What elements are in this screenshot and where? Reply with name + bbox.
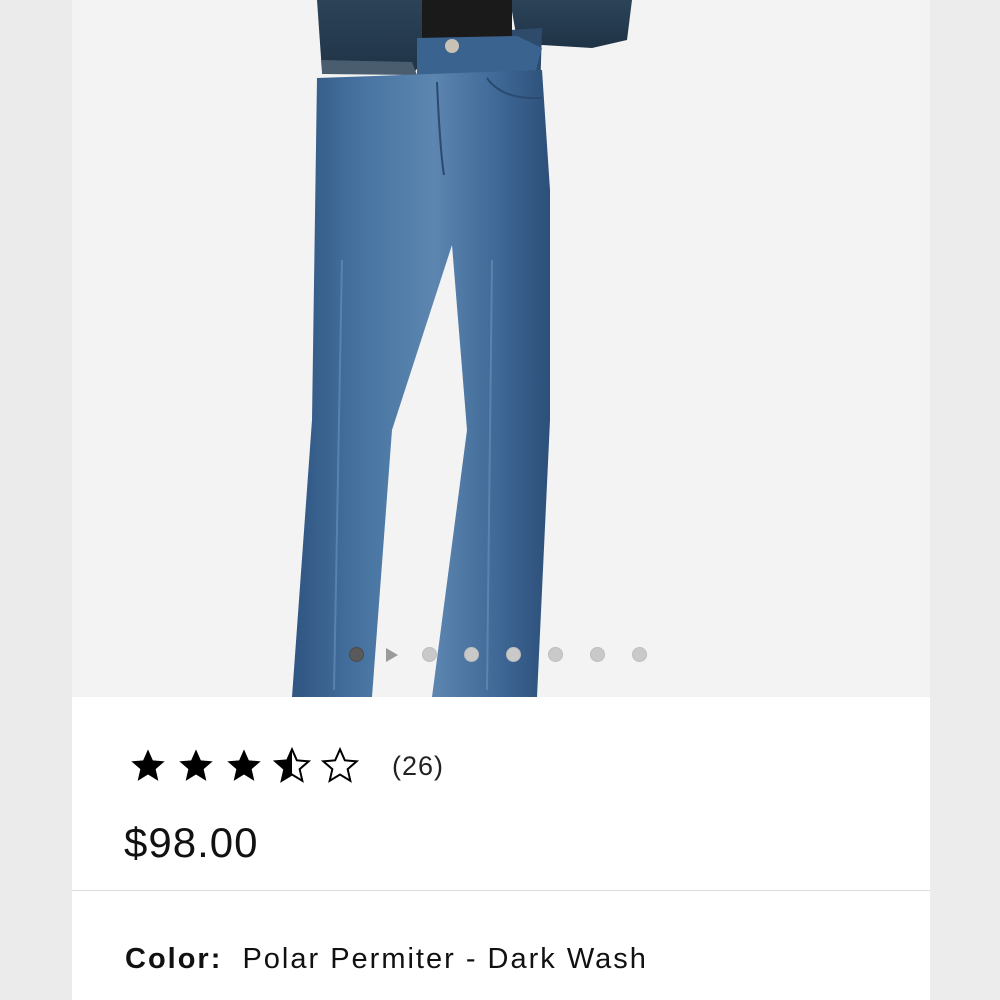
gallery-dot-5[interactable] [548,647,563,662]
gallery-dot-1[interactable] [349,647,364,662]
star-full-icon [224,746,264,786]
left-background [0,0,72,1000]
review-count[interactable]: (26) [392,751,444,782]
video-play-icon[interactable] [386,648,398,662]
star-full-icon [128,746,168,786]
product-price: $98.00 [124,819,259,866]
star-empty-icon [320,746,360,786]
right-background [930,0,1000,1000]
gallery-dot-4[interactable] [506,647,521,662]
product-photo [292,0,632,697]
gallery-dot-3[interactable] [464,647,479,662]
star-full-icon [176,746,216,786]
product-image-gallery[interactable] [72,0,930,697]
gallery-pagination [72,640,930,670]
gallery-dot-6[interactable] [590,647,605,662]
rating-row[interactable]: (26) [128,746,444,786]
gallery-dot-2[interactable] [422,647,437,662]
color-selection-row: Color: Polar Permiter - Dark Wash [125,943,648,976]
section-divider [72,890,930,891]
gallery-dot-7[interactable] [632,647,647,662]
color-value: Polar Permiter - Dark Wash [242,943,648,975]
product-details-panel: (26) $98.00 Color: Polar Permiter - Dark… [72,697,930,1000]
color-label: Color: [125,943,223,975]
star-half-icon [272,746,312,786]
